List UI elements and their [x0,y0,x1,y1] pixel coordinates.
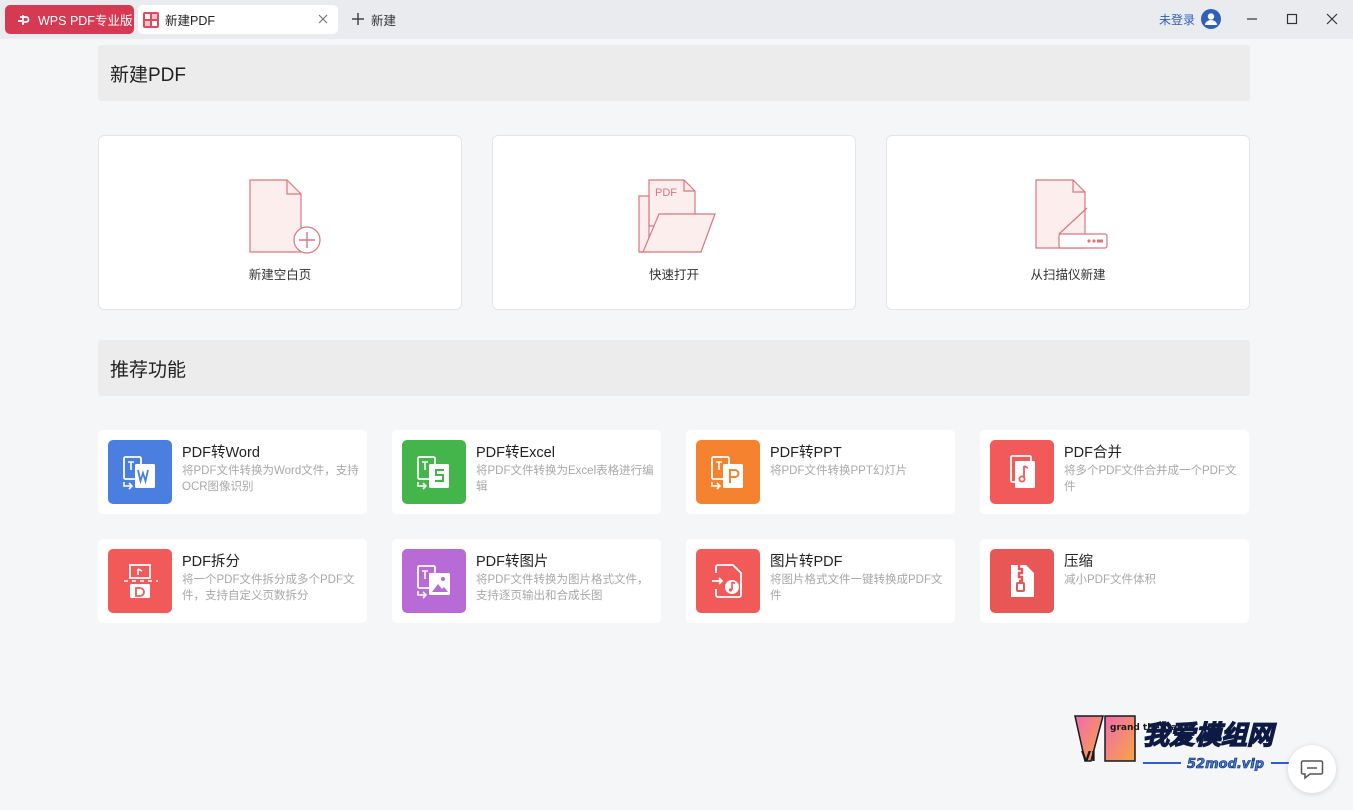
feature-description: 将多个PDF文件合并成一个PDF文件 [1064,465,1237,493]
feature-title: PDF转图片 [476,554,549,570]
feature-title: 压缩 [1064,554,1093,570]
pdf-to-ppt-icon [696,440,760,504]
blank-page-plus-icon [249,179,321,254]
pdf-split-icon [108,549,172,613]
login-button[interactable]: 未登录 [1159,8,1222,30]
app-tab-label: WPS PDF专业版 [38,14,133,28]
feature-description: 将PDF文件转换为Excel表格进行编辑 [476,465,654,493]
site-watermark: grand theft auto VI 我爱模组网 52mod.vip [1073,713,1323,772]
section-title: 推荐功能 [110,359,187,381]
gta-badge-numeral: VI [1081,750,1096,765]
pdf-to-word-icon [108,440,172,504]
plus-icon [350,11,366,27]
pdf-label: PDF [655,187,677,199]
section-header-recommended: 推荐功能 [98,340,1250,396]
feature-pdf-split[interactable]: PDF拆分 将一个PDF文件拆分成多个PDF文件，支持自定义页数拆分 [98,539,367,623]
maximize-button[interactable] [1282,9,1302,29]
feature-compress[interactable]: 压缩 减小PDF文件体积 [980,539,1249,623]
new-tab-button[interactable]: 新建 [350,9,396,29]
watermark-title: 我爱模组网 [1143,721,1277,751]
compress-icon [990,549,1054,613]
card-quick-open[interactable]: PDF 快速打开 [492,135,856,310]
feature-title: PDF拆分 [182,554,240,570]
watermark-url: 52mod.vip [1187,757,1264,771]
chat-bubble-icon [1300,760,1324,780]
open-folder-icon: PDF [638,179,716,253]
feature-title: 图片转PDF [770,554,843,570]
user-avatar-icon [1201,9,1222,29]
wps-pdf-logo-icon [17,13,31,27]
pdf-to-excel-icon [402,440,466,504]
maximize-icon [1286,13,1298,25]
image-to-pdf-icon [696,549,760,613]
feature-title: PDF转PPT [770,445,842,461]
close-icon[interactable] [316,12,330,26]
section-title: 新建PDF [110,64,187,86]
feature-description: 将PDF文件转换PPT幻灯片 [770,465,908,477]
card-label: 快速打开 [648,268,699,282]
feature-description: 将一个PDF文件拆分成多个PDF文件，支持自定义页数拆分 [182,574,355,602]
card-from-scanner[interactable]: 从扫描仪新建 [886,135,1250,310]
feature-pdf-to-excel[interactable]: PDF转Excel 将PDF文件转换为Excel表格进行编辑 [392,430,661,514]
login-label: 未登录 [1159,12,1196,27]
feature-pdf-merge[interactable]: PDF合并 将多个PDF文件合并成一个PDF文件 [980,430,1249,514]
feedback-chat-button[interactable] [1288,745,1336,793]
feature-title: PDF转Excel [476,445,555,461]
scanner-icon [1035,179,1108,249]
close-window-button[interactable] [1322,9,1342,29]
pdf-merge-icon [990,440,1054,504]
feature-pdf-to-ppt[interactable]: PDF转PPT 将PDF文件转换PPT幻灯片 [686,430,955,514]
feature-image-to-pdf[interactable]: 图片转PDF 将图片格式文件一键转换成PDF文件 [686,539,955,623]
card-label: 从扫描仪新建 [1030,268,1106,282]
card-label: 新建空白页 [248,268,312,282]
minimize-button[interactable] [1242,9,1262,29]
feature-description: 减小PDF文件体积 [1064,574,1156,586]
feature-description: 将PDF文件转换为Word文件，支持OCR图像识别 [182,465,359,493]
feature-description: 将图片格式文件一键转换成PDF文件 [770,574,943,602]
pdf-to-image-icon [402,549,466,613]
section-header-new-pdf: 新建PDF [98,45,1250,101]
card-new-blank-page[interactable]: 新建空白页 [98,135,462,310]
doc-tab-label: 新建PDF [165,14,216,28]
feature-description: 将PDF文件转换为图片格式文件，支持逐页输出和合成长图 [476,574,649,602]
pdf-doc-icon [143,11,159,28]
tab-new-pdf[interactable]: 新建PDF [138,5,338,34]
feature-pdf-to-word[interactable]: PDF转Word 将PDF文件转换为Word文件，支持OCR图像识别 [98,430,367,514]
close-window-icon [1326,13,1338,25]
feature-title: PDF合并 [1064,445,1122,461]
app-menu-tab[interactable]: WPS PDF专业版 [5,5,134,34]
title-bar: WPS PDF专业版 新建PDF 新建 未登录 [0,0,1353,39]
feature-pdf-to-image[interactable]: PDF转图片 将PDF文件转换为图片格式文件，支持逐页输出和合成长图 [392,539,661,623]
new-tab-label: 新建 [371,13,397,28]
feature-title: PDF转Word [182,445,260,461]
minimize-icon [1247,18,1257,20]
